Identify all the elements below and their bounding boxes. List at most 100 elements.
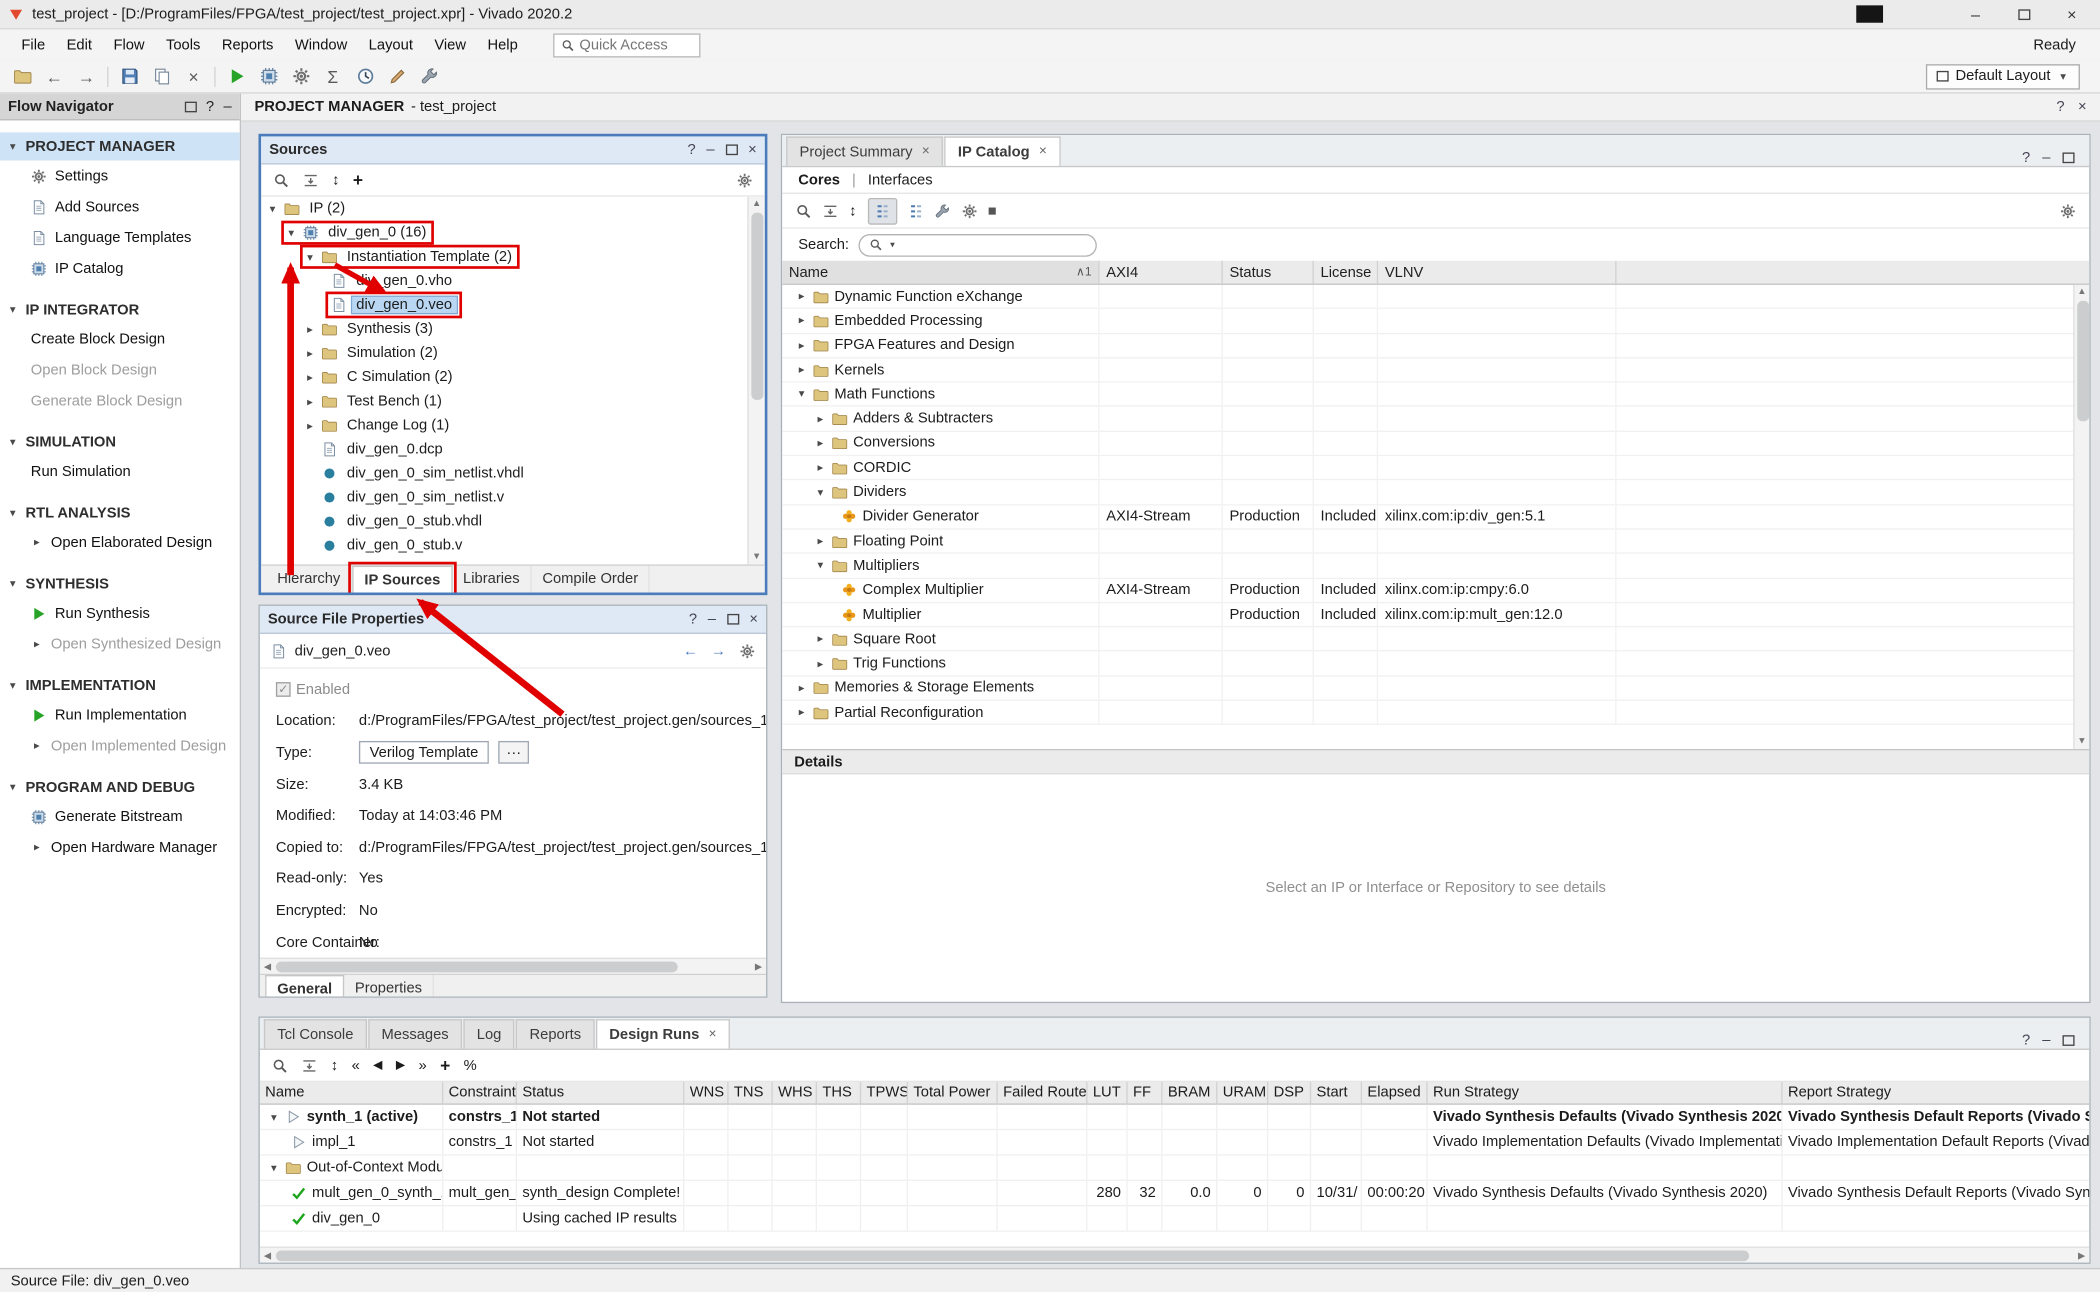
skip-back-icon[interactable]: « [352, 1057, 360, 1073]
chevron-right-icon[interactable]: ▸ [796, 681, 808, 696]
float-icon[interactable] [725, 144, 737, 155]
close-button[interactable]: × [2052, 1, 2092, 28]
run-row-div-gen-0[interactable]: div_gen_0 Using cached IP results [260, 1206, 2089, 1231]
scroll-left-icon[interactable]: ◀ [264, 1248, 271, 1263]
help-icon[interactable]: ? [206, 98, 214, 114]
close-icon[interactable]: × [748, 142, 757, 158]
chevron-right-icon[interactable]: ▸ [796, 705, 808, 720]
column-header[interactable]: Constraints [443, 1082, 517, 1103]
search-icon[interactable] [796, 203, 812, 219]
hierarchy-view-icon[interactable] [867, 197, 896, 224]
tree-item-simulation[interactable]: ▸ Simulation (2) [261, 341, 747, 365]
column-header[interactable]: WHS [773, 1082, 817, 1103]
tree-item-sim-netlist-v[interactable]: div_gen_0_sim_netlist.v [261, 486, 747, 510]
float-icon[interactable] [727, 614, 739, 625]
menu-tools[interactable]: Tools [155, 31, 211, 58]
stop-icon[interactable]: ■ [988, 203, 997, 219]
chevron-down-icon[interactable]: ▾ [814, 485, 826, 500]
chevron-down-icon[interactable]: ▾ [7, 780, 19, 795]
chevron-right-icon[interactable]: ▸ [304, 394, 316, 409]
catalog-search-input[interactable] [903, 237, 1093, 253]
tab-messages[interactable]: Messages [368, 1019, 462, 1048]
help-icon[interactable]: ? [2022, 150, 2030, 166]
column-header[interactable]: FF [1128, 1082, 1163, 1103]
minimize-icon[interactable]: – [708, 611, 716, 627]
column-header[interactable]: Name [260, 1082, 443, 1103]
chevron-right-icon[interactable]: ▸ [814, 436, 826, 451]
nav-item-open-elaborated-design[interactable]: ▸ Open Elaborated Design [0, 527, 240, 558]
quick-access-input[interactable] [579, 37, 689, 53]
chevron-down-icon[interactable]: ▾ [7, 435, 19, 450]
minimize-button[interactable]: – [1955, 1, 1995, 28]
column-header[interactable]: Total Power [908, 1082, 998, 1103]
catalog-row[interactable]: ▸ Conversions [782, 432, 2089, 456]
nav-section-ip-integrator[interactable]: ▾ IP INTEGRATOR [0, 296, 240, 324]
tab-general[interactable]: General [265, 975, 344, 997]
nav-item-generate-bitstream[interactable]: Generate Bitstream [0, 801, 240, 832]
chevron-right-icon[interactable]: ▸ [814, 632, 826, 647]
menu-edit[interactable]: Edit [56, 31, 103, 58]
gear-icon[interactable] [739, 643, 755, 659]
properties-panel-titlebar[interactable]: Source File Properties ? – × [260, 606, 766, 634]
column-header[interactable]: Failed Routes [998, 1082, 1088, 1103]
chevron-down-icon[interactable]: ▾ [796, 387, 808, 402]
scrollbar-thumb[interactable] [276, 1251, 1749, 1262]
settings-gear-icon[interactable] [285, 62, 316, 90]
sort-icon[interactable]: ↕ [849, 203, 856, 219]
catalog-row[interactable]: ▸ CORDIC [782, 456, 2089, 480]
chevron-down-icon[interactable]: ▾ [304, 249, 316, 264]
tree-item-test-bench[interactable]: ▸ Test Bench (1) [261, 389, 747, 413]
chevron-right-icon[interactable]: ▸ [31, 840, 43, 855]
probe-icon[interactable] [414, 62, 445, 90]
column-header-name[interactable]: Name ∧1 [782, 261, 1099, 284]
run-icon[interactable] [221, 62, 252, 90]
tree-item-ip[interactable]: ▾ IP (2) [261, 197, 747, 221]
chevron-down-icon[interactable]: ▾ [7, 506, 19, 521]
scrollbar-thumb[interactable] [2077, 301, 2089, 421]
catalog-row[interactable]: ▸ Floating Point [782, 530, 2089, 554]
nav-item-language-templates[interactable]: Language Templates [0, 222, 240, 253]
column-header[interactable]: TNS [729, 1082, 773, 1103]
catalog-row[interactable]: ▾ Multipliers [782, 554, 2089, 578]
scroll-up-icon[interactable]: ▲ [749, 199, 765, 208]
percent-icon[interactable]: % [464, 1057, 477, 1073]
collapse-all-icon[interactable] [301, 1057, 317, 1073]
tab-properties[interactable]: Properties [344, 975, 434, 997]
sources-panel-titlebar[interactable]: Sources ? – × [261, 136, 765, 164]
tree-item-div-gen-0[interactable]: ▾ div_gen_0 (16) [261, 221, 747, 245]
nav-item-ip-catalog[interactable]: IP Catalog [0, 253, 240, 284]
nav-section-project-manager[interactable]: ▾ PROJECT MANAGER [0, 132, 240, 160]
delete-icon[interactable]: × [178, 62, 209, 90]
column-header[interactable]: Report Strategy [1783, 1082, 2090, 1103]
scroll-left-icon[interactable]: ◀ [264, 959, 271, 974]
menu-file[interactable]: File [11, 31, 56, 58]
catalog-row[interactable]: ▸ Square Root [782, 627, 2089, 651]
close-icon[interactable]: × [1039, 144, 1047, 159]
chevron-right-icon[interactable]: ▸ [304, 346, 316, 361]
catalog-row[interactable]: ▾ Dividers [782, 481, 2089, 505]
quick-access-box[interactable] [553, 33, 700, 57]
column-header[interactable]: Start [1311, 1082, 1362, 1103]
forward-icon[interactable]: → [711, 643, 726, 659]
tree-item-div-gen-0-dcp[interactable]: div_gen_0.dcp [261, 437, 747, 461]
chevron-right-icon[interactable]: ▸ [814, 534, 826, 549]
tab-design-runs[interactable]: Design Runs × [596, 1019, 730, 1048]
tab-hierarchy[interactable]: Hierarchy [267, 566, 353, 593]
chevron-right-icon[interactable]: ▸ [796, 362, 808, 377]
menu-flow[interactable]: Flow [103, 31, 156, 58]
scroll-right-icon[interactable]: ▶ [755, 959, 762, 974]
chevron-right-icon[interactable]: ▸ [304, 418, 316, 433]
chevron-right-icon[interactable]: ▸ [796, 289, 808, 304]
catalog-row[interactable]: ▸ Partial Reconfiguration [782, 701, 2089, 725]
tab-tcl-console[interactable]: Tcl Console [264, 1019, 367, 1048]
nav-section-synthesis[interactable]: ▾ SYNTHESIS [0, 570, 240, 598]
tree-item-instantiation-template[interactable]: ▾ Instantiation Template (2) [261, 245, 747, 269]
chevron-down-icon[interactable]: ▾ [285, 225, 297, 240]
column-header[interactable]: LUT [1088, 1082, 1128, 1103]
nav-section-rtl-analysis[interactable]: ▾ RTL ANALYSIS [0, 499, 240, 527]
chevron-right-icon[interactable]: ▸ [31, 535, 43, 550]
wrench-icon[interactable] [934, 203, 950, 219]
open-project-icon[interactable] [7, 62, 38, 90]
help-icon[interactable]: ? [689, 611, 697, 627]
catalog-row[interactable]: ▾ Math Functions [782, 383, 2089, 407]
